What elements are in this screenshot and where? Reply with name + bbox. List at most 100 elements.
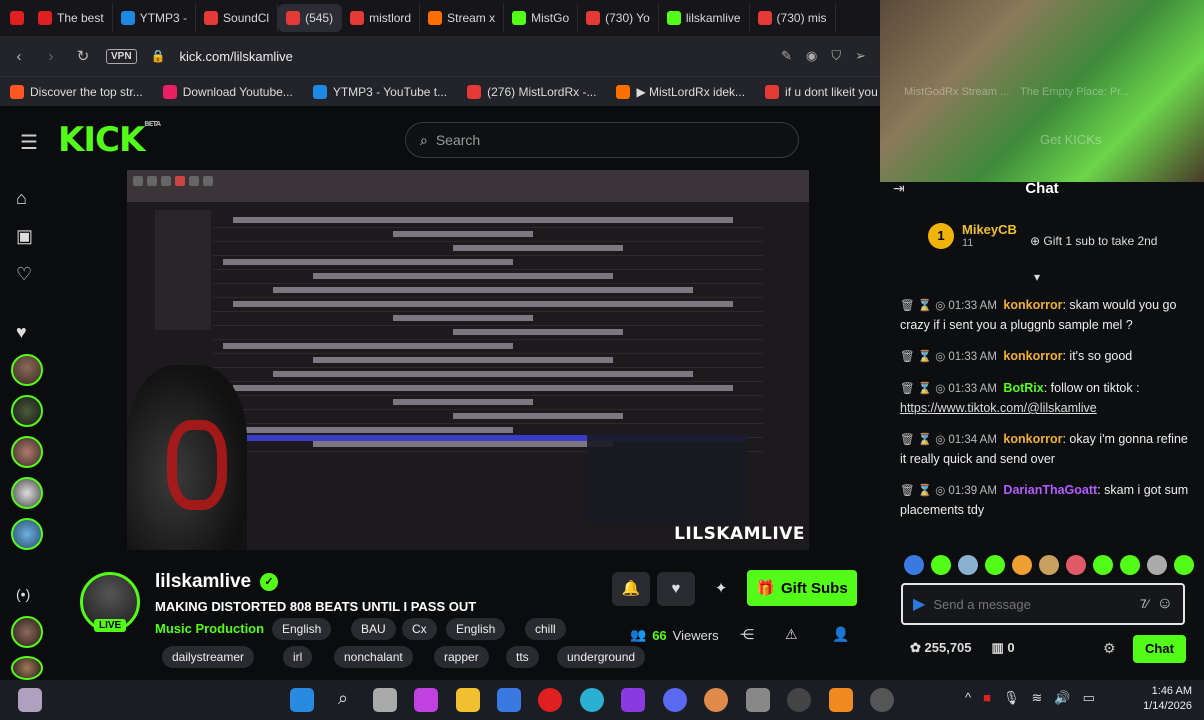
expand-chevron-icon[interactable]: ▾ (1034, 270, 1040, 284)
discord-icon[interactable] (663, 688, 687, 712)
kick-points-icon[interactable]: ▶ (913, 594, 925, 614)
video-player[interactable]: LILSKAMLIVE (127, 170, 809, 550)
opera-logo-icon[interactable] (10, 11, 24, 25)
stream-tag[interactable]: Cx (402, 618, 437, 640)
reload-icon[interactable]: ↻ (74, 47, 92, 65)
stream-tag[interactable]: nonchalant (334, 646, 413, 668)
emote-text-icon[interactable]: 7⁄ (1140, 597, 1149, 611)
chat-username[interactable]: konkorror (1003, 298, 1062, 312)
bookmark-item[interactable]: if u dont likeit you b... (755, 84, 880, 99)
widgets-icon[interactable] (18, 688, 42, 712)
bookmark-item[interactable]: (276) MistLordRx -... (457, 84, 606, 99)
mail-icon[interactable] (497, 688, 521, 712)
chat-username[interactable]: BotRix (1003, 381, 1043, 395)
stream-tag[interactable]: underground (557, 646, 646, 668)
stream-tag[interactable]: English (446, 618, 506, 640)
gift-subs-button[interactable]: 🎁 Gift Subs (747, 570, 857, 606)
followed-channel-avatar[interactable] (11, 477, 43, 509)
stream-tag[interactable]: chill (525, 618, 566, 640)
followed-channel-avatar[interactable] (11, 518, 43, 550)
delete-icon[interactable]: 🗑 ⌛ ◎ (900, 300, 945, 312)
stream-tag[interactable]: irl (283, 646, 313, 668)
vpn-badge[interactable]: VPN (106, 48, 137, 64)
streamer-name[interactable]: lilskamlive (155, 571, 251, 593)
chat-username[interactable]: konkorror (1003, 349, 1062, 363)
stream-category[interactable]: Music Production (155, 621, 264, 636)
message-link[interactable]: https://www.tiktok.com/@lilskamlive (900, 401, 1097, 415)
back-icon[interactable]: ‹ (10, 48, 28, 65)
delete-icon[interactable]: 🗑 ⌛ ◎ (900, 383, 945, 395)
followed-channel-avatar[interactable] (11, 395, 43, 427)
browser-tab[interactable]: (545) (278, 4, 343, 32)
url-field[interactable]: kick.com/lilskamlive (180, 49, 768, 64)
tray-app-icon[interactable]: ■ (983, 690, 991, 706)
chat-username[interactable]: konkorror (1003, 432, 1062, 446)
user-settings-icon[interactable]: 👤 (832, 626, 849, 643)
gifts-count[interactable]: ▥ 0 (992, 640, 1015, 656)
edge-icon[interactable] (580, 688, 604, 712)
copilot-icon[interactable] (414, 688, 438, 712)
microphone-icon[interactable]: 🎙 (1003, 690, 1020, 706)
browser-tab[interactable]: SoundCl (196, 4, 279, 32)
task-view-icon[interactable] (373, 688, 397, 712)
following-heart-icon[interactable]: ♡ (16, 264, 32, 285)
wifi-icon[interactable]: ≋ (1031, 690, 1042, 706)
chat-settings-icon[interactable]: ⚙ (1103, 640, 1116, 657)
fl-studio-icon[interactable] (829, 688, 853, 712)
sparkle-icon[interactable]: ✦ (702, 572, 740, 606)
delete-icon[interactable]: 🗑 ⌛ ◎ (900, 434, 945, 446)
media-player-icon[interactable] (870, 688, 894, 712)
followed-channel-avatar[interactable] (11, 436, 43, 468)
report-icon[interactable]: ⚠ (785, 626, 798, 643)
emote-icon[interactable] (1039, 555, 1059, 575)
opera-icon[interactable] (538, 688, 562, 712)
file-explorer-icon[interactable] (456, 688, 480, 712)
stream-tag[interactable]: rapper (434, 646, 489, 668)
browser-tab[interactable]: YTMP3 - (113, 4, 197, 32)
browser-tab[interactable]: The best (30, 4, 113, 32)
recommended-channel-avatar[interactable] (11, 656, 43, 680)
volume-icon[interactable]: 🔊 (1054, 690, 1070, 706)
notification-bell-button[interactable]: 🔔 (612, 572, 650, 606)
emoji-icon[interactable]: ☺ (1157, 595, 1173, 613)
followed-channel-avatar[interactable] (11, 354, 43, 386)
search-input[interactable]: ⌕ Search (405, 122, 799, 158)
kick-logo[interactable]: KICKBETA (58, 120, 161, 160)
camera-icon[interactable]: ◉ (806, 48, 817, 64)
delete-icon[interactable]: 🗑 ⌛ ◎ (900, 485, 945, 497)
start-icon[interactable] (290, 688, 314, 712)
bookmark-item[interactable]: Discover the top str... (0, 84, 153, 99)
browser-tab[interactable]: Stream x (420, 4, 505, 32)
battery-icon[interactable]: ▭ (1083, 690, 1095, 706)
emote-icon[interactable] (1120, 555, 1140, 575)
emote-icon[interactable] (985, 555, 1005, 575)
emote-icon[interactable] (1066, 555, 1086, 575)
camera-app-icon[interactable] (746, 688, 770, 712)
delete-icon[interactable]: 🗑 ⌛ ◎ (900, 351, 945, 363)
steam-icon[interactable] (787, 688, 811, 712)
share-icon[interactable]: ⋲ (740, 626, 754, 643)
search-icon[interactable]: ⌕ (331, 688, 355, 712)
collapse-chat-icon[interactable]: ⇥ (893, 180, 905, 197)
browse-icon[interactable]: ▣ (16, 226, 33, 247)
gift-prompt[interactable]: ⊕ Gift 1 sub to take 2nd (1030, 234, 1157, 248)
emote-icon[interactable] (1147, 555, 1167, 575)
bookmark-item[interactable]: ▶ MistLordRx idek... (606, 84, 755, 99)
browser-tab[interactable]: mistlord (342, 4, 421, 32)
emote-icon[interactable] (904, 555, 924, 575)
stream-tag[interactable]: English (272, 618, 332, 640)
message-field[interactable] (933, 596, 1132, 612)
chat-input[interactable]: ▶ 7⁄ ☺ (901, 583, 1185, 625)
recommended-channel-avatar[interactable] (11, 616, 43, 648)
forward-icon[interactable]: › (42, 48, 60, 65)
emote-icon[interactable] (1093, 555, 1113, 575)
emote-icon[interactable] (931, 555, 951, 575)
browser-tab[interactable]: MistGo (504, 4, 579, 32)
menu-icon[interactable]: ☰ (20, 130, 38, 155)
chevron-up-icon[interactable]: ^ (965, 690, 971, 706)
pinned-user[interactable]: MikeyCB (962, 222, 1017, 237)
edit-icon[interactable]: ✎ (781, 48, 792, 64)
clock[interactable]: 1:46 AM 1/14/2026 (1143, 684, 1192, 714)
emote-icon[interactable] (958, 555, 978, 575)
browser-tab[interactable]: (730) Yo (578, 4, 659, 32)
